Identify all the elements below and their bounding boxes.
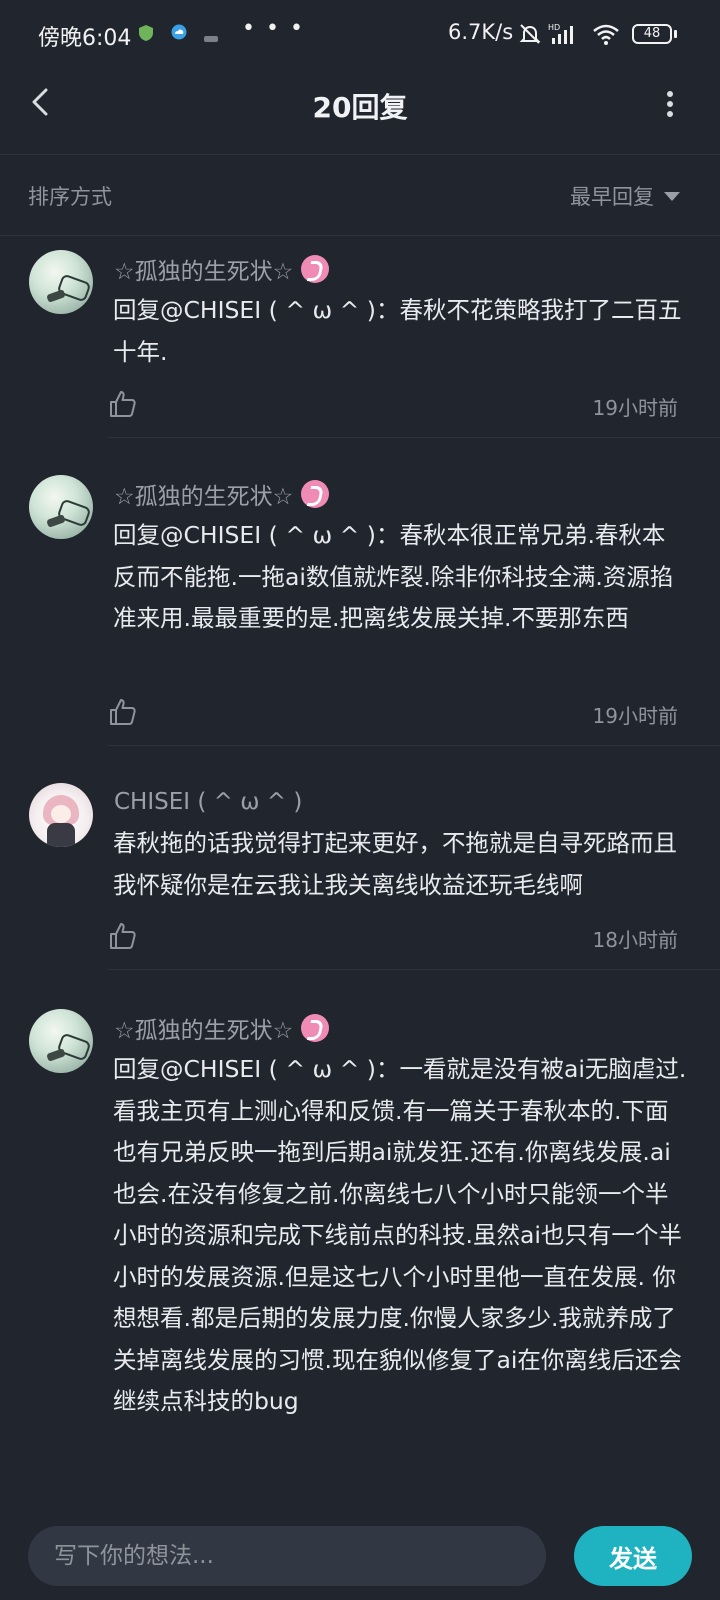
divider <box>108 969 720 970</box>
caret-down-icon <box>664 191 680 201</box>
status-time: 傍晚6:04 <box>38 26 132 51</box>
avatar[interactable] <box>29 475 93 539</box>
more-options-button[interactable] <box>650 84 690 134</box>
signal-icon: HD <box>548 22 576 50</box>
comment-text: 回复@CHISEI ( ^ ω ^ )：春秋本很正常兄弟.春秋本反而不能拖.一拖… <box>113 521 674 632</box>
sort-selected-value: 最早回复 <box>570 185 654 209</box>
user-badge-icon <box>301 1014 330 1042</box>
mute-bell-icon <box>518 22 542 50</box>
like-button[interactable] <box>108 697 138 727</box>
more-notifications: • • • <box>242 16 305 41</box>
tap-app-icon <box>204 28 218 47</box>
comment-time: 18小时前 <box>592 928 678 952</box>
thumbs-up-icon <box>110 923 136 949</box>
shield-icon <box>138 24 154 46</box>
comment-composer: 发送 <box>0 1506 720 1600</box>
comment-text: 春秋拖的话我觉得打起来更好，不拖就是自寻死路而且我怀疑你是在云我让我关离线收益还… <box>113 829 677 899</box>
comment-input[interactable] <box>28 1526 546 1586</box>
thumbs-up-icon <box>110 391 136 417</box>
username[interactable]: ☆孤独的生死状☆ <box>114 477 293 511</box>
avatar[interactable] <box>29 250 93 314</box>
user-badge-icon <box>301 255 330 283</box>
like-button[interactable] <box>108 389 138 419</box>
page-title: 20回复 <box>312 91 408 124</box>
username[interactable]: CHISEI ( ^ ω ^ ) <box>114 789 302 815</box>
wifi-icon <box>592 22 620 50</box>
network-speed: 6.7K/s <box>448 20 514 44</box>
sort-dropdown[interactable]: 最早回复 <box>570 181 680 211</box>
sort-label: 排序方式 <box>28 185 112 209</box>
comment-time: 19小时前 <box>592 396 678 420</box>
username[interactable]: ☆孤独的生死状☆ <box>114 1011 293 1045</box>
divider <box>108 745 720 746</box>
username[interactable]: ☆孤独的生死状☆ <box>114 252 293 286</box>
status-bar: 傍晚6:04 • • • 6.7K/s HD 48 <box>0 0 720 70</box>
top-bar: 20回复 <box>0 70 720 155</box>
divider <box>108 437 720 438</box>
avatar[interactable] <box>29 1009 93 1073</box>
battery-indicator: 48 <box>632 24 672 44</box>
sort-bar: 排序方式 最早回复 <box>0 155 720 236</box>
battery-tip <box>674 30 677 38</box>
comment-time: 19小时前 <box>592 704 678 728</box>
comment-text: 回复@CHISEI ( ^ ω ^ )：一看就是没有被ai无脑虐过.看我主页有上… <box>113 1055 687 1415</box>
svg-text:HD: HD <box>548 23 560 32</box>
send-button[interactable]: 发送 <box>574 1526 692 1586</box>
thumbs-up-icon <box>110 699 136 725</box>
user-badge-icon <box>301 480 330 508</box>
avatar[interactable] <box>29 783 93 847</box>
comment-text: 回复@CHISEI ( ^ ω ^ )：春秋不花策略我打了二百五十年. <box>113 296 682 366</box>
like-button[interactable] <box>108 921 138 951</box>
vertical-dots-icon <box>667 91 673 117</box>
cloud-icon <box>170 24 188 44</box>
